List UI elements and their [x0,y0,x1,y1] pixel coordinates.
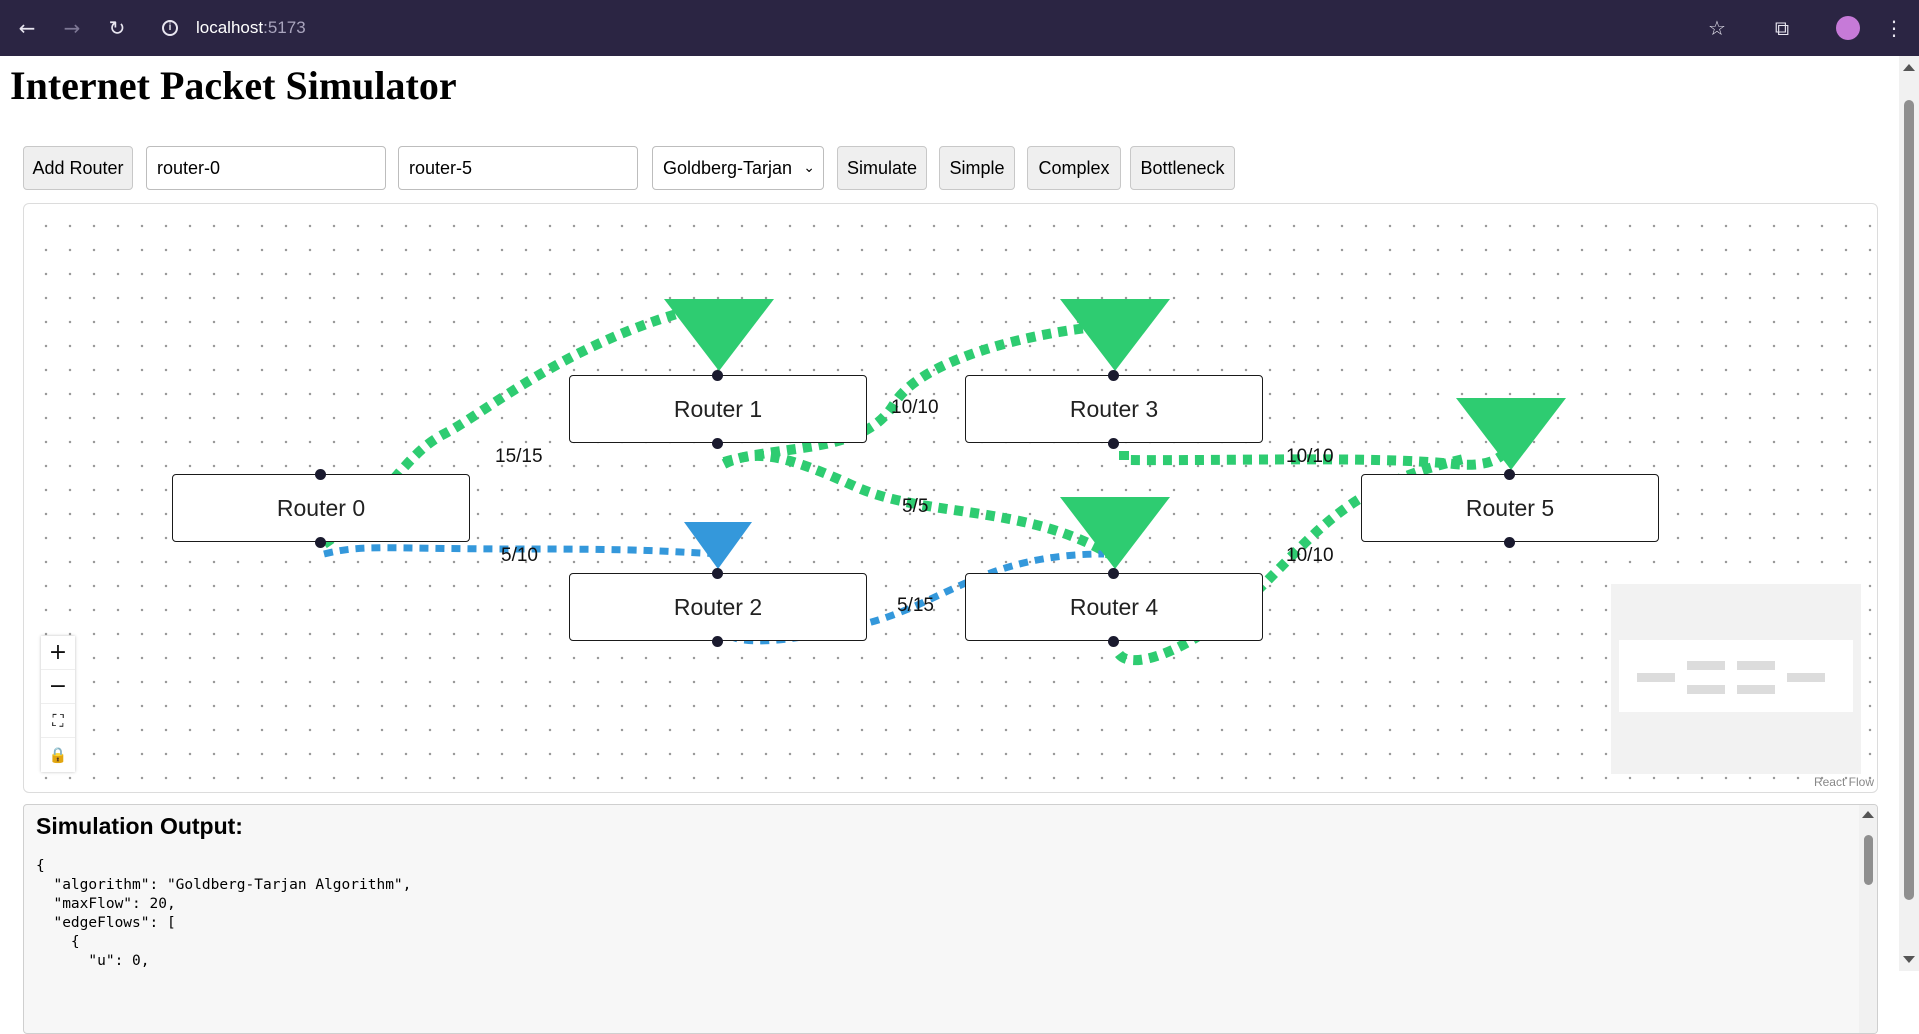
zoom-out-icon[interactable]: − [41,670,75,704]
router-label: Router 3 [1069,396,1159,422]
extensions-icon[interactable]: ⧉ [1768,14,1796,42]
algorithm-selected-value: Goldberg-Tarjan [663,158,793,178]
router-node-3[interactable]: Router 3 [965,375,1263,443]
menu-kebab-icon[interactable]: ⋮ [1880,14,1908,42]
source-handle[interactable] [712,438,723,449]
simulate-button[interactable]: Simulate [837,146,927,190]
source-handle[interactable] [1108,438,1119,449]
router-node-4[interactable]: Router 4 [965,573,1263,641]
source-handle[interactable] [315,537,326,548]
sink-input[interactable] [398,146,638,190]
scroll-up-icon[interactable] [1903,64,1915,71]
router-label: Router 4 [1069,594,1159,620]
source-input[interactable] [146,146,386,190]
flow-canvas[interactable]: 15/15 5/10 10/10 5/5 5/15 10/10 10/10 Ro… [23,203,1878,793]
bottleneck-button[interactable]: Bottleneck [1130,146,1235,190]
target-handle[interactable] [315,469,326,480]
arrow-marker-router-1 [664,299,774,371]
arrow-marker-router-2 [684,522,752,569]
output-scrollbar[interactable] [1859,805,1877,1033]
target-handle[interactable] [712,370,723,381]
scroll-down-icon[interactable] [1903,956,1915,963]
edge-label: 15/15 [495,446,543,467]
scroll-thumb[interactable] [1904,100,1914,900]
edge-label: 10/10 [1286,446,1334,467]
router-node-2[interactable]: Router 2 [569,573,867,641]
site-info-icon[interactable]: i [162,20,178,36]
url-port: :5173 [263,18,306,37]
browser-toolbar: ← → ↻ i localhost:5173 ☆ ⧉ ⋮ [0,0,1919,56]
output-json: { "algorithm": "Goldberg-Tarjan Algorith… [36,858,412,969]
lock-icon[interactable]: 🔒 [41,738,75,772]
edge-label: 5/5 [902,496,928,517]
url-host: localhost [196,18,264,37]
minimap-node [1637,673,1675,682]
output-heading: Simulation Output: [36,813,243,839]
chevron-down-icon: ⌄ [803,160,815,176]
scroll-thumb[interactable] [1864,835,1873,885]
reload-icon[interactable]: ↻ [103,14,131,42]
edge-label: 5/15 [897,595,934,616]
edge-label: 10/10 [891,397,939,418]
arrow-marker-router-3 [1060,299,1170,371]
react-flow-attribution[interactable]: React Flow [1814,775,1874,789]
page-title: Internet Packet Simulator [10,63,457,108]
target-handle[interactable] [1108,568,1119,579]
router-label: Router 5 [1465,495,1555,521]
page-scrollbar[interactable] [1899,56,1919,971]
back-icon[interactable]: ← [13,14,41,42]
profile-avatar[interactable] [1836,16,1860,40]
zoom-in-icon[interactable]: + [41,636,75,670]
simple-button[interactable]: Simple [939,146,1015,190]
target-handle[interactable] [1504,469,1515,480]
scroll-up-icon[interactable] [1862,811,1874,818]
bookmark-star-icon[interactable]: ☆ [1703,14,1731,42]
arrow-marker-router-4 [1060,497,1170,569]
target-handle[interactable] [1108,370,1119,381]
target-handle[interactable] [712,568,723,579]
forward-icon[interactable]: → [58,14,86,42]
fit-view-icon[interactable]: ⛶ [41,704,75,738]
edge-label: 5/10 [501,545,538,566]
minimap-node [1737,685,1775,694]
router-node-1[interactable]: Router 1 [569,375,867,443]
router-node-0[interactable]: Router 0 [172,474,470,542]
minimap[interactable] [1611,584,1861,774]
zoom-controls: + − ⛶ 🔒 [41,636,75,772]
minimap-node [1737,661,1775,670]
router-label: Router 2 [673,594,763,620]
complex-button[interactable]: Complex [1027,146,1121,190]
simulation-output-panel: Simulation Output: { "algorithm": "Goldb… [23,804,1878,1034]
arrow-marker-router-5 [1456,398,1566,470]
router-label: Router 1 [673,396,763,422]
add-router-button[interactable]: Add Router [23,146,133,190]
edge-label: 10/10 [1286,545,1334,566]
source-handle[interactable] [1108,636,1119,647]
source-handle[interactable] [712,636,723,647]
minimap-node [1787,673,1825,682]
algorithm-select[interactable]: Goldberg-Tarjan ⌄ [652,146,824,190]
router-node-5[interactable]: Router 5 [1361,474,1659,542]
page: Internet Packet Simulator Add Router Gol… [0,56,1899,1034]
minimap-node [1687,685,1725,694]
source-handle[interactable] [1504,537,1515,548]
address-bar[interactable]: localhost:5173 [196,14,306,42]
router-label: Router 0 [276,495,366,521]
minimap-node [1687,661,1725,670]
